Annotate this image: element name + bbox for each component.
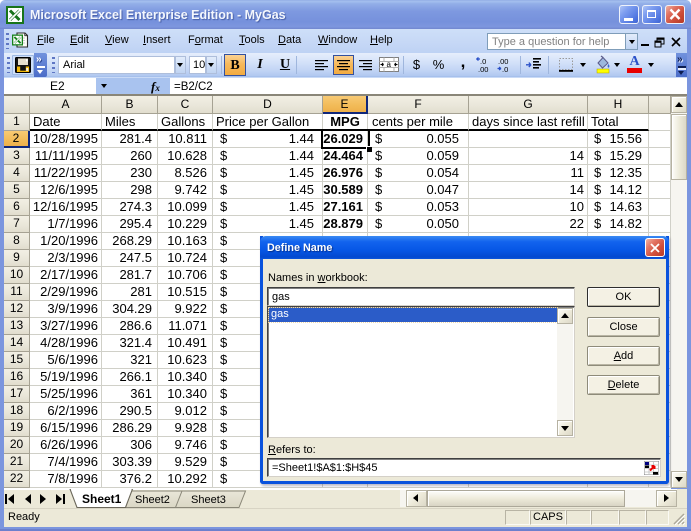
svg-text:Sheet1: Sheet1 — [82, 492, 122, 506]
svg-text:a: a — [387, 60, 392, 69]
svg-text:.0: .0 — [502, 65, 508, 73]
svg-text:.00: .00 — [478, 65, 488, 73]
svg-text:Sheet3: Sheet3 — [191, 494, 226, 506]
svg-text:Sheet2: Sheet2 — [135, 494, 170, 506]
